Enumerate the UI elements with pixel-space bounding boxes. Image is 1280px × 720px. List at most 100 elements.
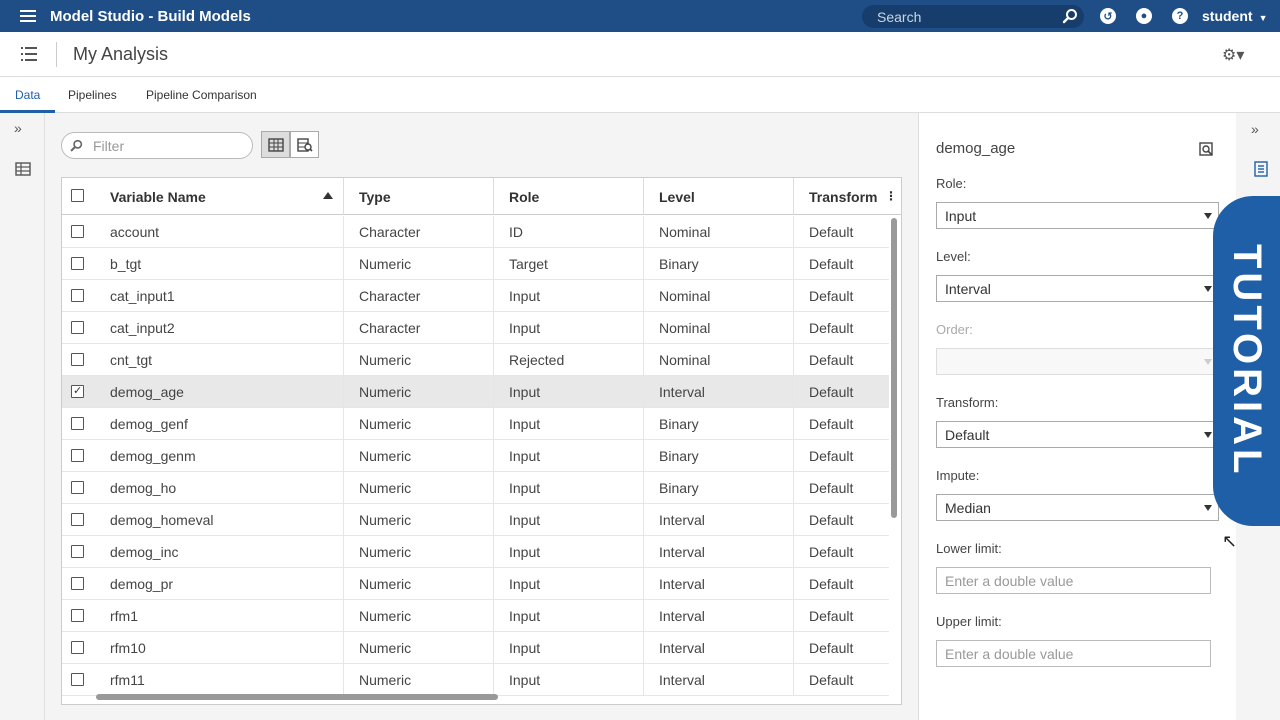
column-header-transform[interactable]: Transform ⋮ xyxy=(794,178,901,215)
table-row[interactable]: rfm11 Numeric Input Interval Default xyxy=(62,664,889,696)
table-row[interactable]: rfm1 Numeric Input Interval Default xyxy=(62,600,889,632)
role-select[interactable]: Input xyxy=(936,202,1219,229)
row-checkbox[interactable] xyxy=(71,321,84,334)
search-box[interactable] xyxy=(862,5,1084,28)
filter-input[interactable] xyxy=(93,137,243,154)
column-header-variable-name[interactable]: Variable Name xyxy=(95,178,344,215)
row-checkbox[interactable] xyxy=(71,353,84,366)
cell-level: Binary xyxy=(644,408,794,440)
left-rail: » xyxy=(0,113,45,720)
tab-data[interactable]: Data xyxy=(15,88,40,102)
cell-name: account xyxy=(95,216,344,248)
filter-box[interactable] xyxy=(61,132,253,159)
row-checkbox[interactable] xyxy=(71,449,84,462)
cell-type: Numeric xyxy=(344,664,494,696)
cell-level: Nominal xyxy=(644,312,794,344)
row-checkbox[interactable] xyxy=(71,545,84,558)
table-search-icon xyxy=(296,137,313,152)
row-checkbox[interactable] xyxy=(71,289,84,302)
cell-type: Numeric xyxy=(344,408,494,440)
upper-limit-input[interactable] xyxy=(936,640,1211,667)
row-checkbox[interactable] xyxy=(71,417,84,430)
collapse-right-panel-icon[interactable]: » xyxy=(1251,121,1259,137)
selected-variable-title: demog_age xyxy=(936,140,1016,157)
cell-name: demog_inc xyxy=(95,536,344,568)
row-checkbox[interactable] xyxy=(71,577,84,590)
row-checkbox[interactable] xyxy=(71,481,84,494)
cell-level: Interval xyxy=(644,568,794,600)
cell-role: Input xyxy=(494,472,644,504)
row-checkbox[interactable] xyxy=(71,513,84,526)
recent-history-icon[interactable]: ↺ xyxy=(1100,8,1116,24)
table-row[interactable]: account Character ID Nominal Default xyxy=(62,216,889,248)
page-title: My Analysis xyxy=(73,44,169,64)
table-view-button[interactable] xyxy=(261,131,290,158)
explore-view-button[interactable] xyxy=(290,131,319,158)
notifications-bell-icon[interactable]: ● xyxy=(1136,8,1152,24)
cell-name: cat_input2 xyxy=(95,312,344,344)
row-checkbox[interactable] xyxy=(71,609,84,622)
project-settings-icon[interactable]: ⚙▾ xyxy=(1222,45,1244,65)
cell-transform: Default xyxy=(809,608,854,624)
hamburger-menu-icon[interactable] xyxy=(20,0,42,32)
table-row[interactable]: demog_ho Numeric Input Binary Default xyxy=(62,472,889,504)
level-select[interactable]: Interval xyxy=(936,275,1219,302)
help-icon[interactable]: ? xyxy=(1172,8,1188,24)
table-row[interactable]: demog_pr Numeric Input Interval Default xyxy=(62,568,889,600)
cell-name: cat_input1 xyxy=(95,280,344,312)
row-checkbox[interactable] xyxy=(71,257,84,270)
data-table-icon[interactable] xyxy=(15,161,31,177)
cell-type: Numeric xyxy=(344,440,494,472)
properties-list-icon[interactable] xyxy=(1254,161,1268,177)
tab-bar: Data Pipelines Pipeline Comparison xyxy=(0,77,1280,113)
cell-transform: Default xyxy=(809,512,854,528)
vertical-scrollbar[interactable] xyxy=(891,218,897,518)
row-checkbox[interactable] xyxy=(71,384,84,398)
table-row[interactable]: demog_genf Numeric Input Binary Default xyxy=(62,408,889,440)
search-icon[interactable] xyxy=(1062,8,1078,24)
cell-role: Input xyxy=(494,408,644,440)
tab-pipeline-comparison[interactable]: Pipeline Comparison xyxy=(146,88,257,102)
transform-select[interactable]: Default xyxy=(936,421,1219,448)
expand-left-panel-icon[interactable]: » xyxy=(14,120,22,136)
column-header-type[interactable]: Type xyxy=(344,178,494,215)
column-options-icon[interactable]: ⋮ xyxy=(885,189,897,203)
row-checkbox[interactable] xyxy=(71,673,84,686)
cell-level: Nominal xyxy=(644,280,794,312)
row-checkbox[interactable] xyxy=(71,641,84,654)
table-header: Variable Name Type Role Level Transform … xyxy=(62,178,901,215)
table-row[interactable]: cat_input1 Character Input Nominal Default xyxy=(62,280,889,312)
table-row[interactable]: demog_ageNumericInputInterval Default xyxy=(62,376,889,408)
table-row[interactable]: demog_homeval Numeric Input Interval Default xyxy=(62,504,889,536)
cell-name: demog_age xyxy=(95,376,344,408)
column-header-role[interactable]: Role xyxy=(494,178,644,215)
select-all-checkbox[interactable] xyxy=(71,189,84,202)
project-list-icon[interactable] xyxy=(21,47,37,61)
cell-name: rfm11 xyxy=(95,664,344,696)
dropdown-caret-icon xyxy=(1204,359,1212,365)
table-row[interactable]: cat_input2 Character Input Nominal Default xyxy=(62,312,889,344)
user-menu[interactable]: student ▼ xyxy=(1202,8,1267,24)
table-row[interactable]: b_tgt Numeric Target Binary Default xyxy=(62,248,889,280)
table-row[interactable]: cnt_tgt Numeric Rejected Nominal Default xyxy=(62,344,889,376)
search-input[interactable] xyxy=(862,8,1047,25)
table-row[interactable]: rfm10 Numeric Input Interval Default xyxy=(62,632,889,664)
variable-properties-panel: demog_age Role: Input Level: Interval Or… xyxy=(918,113,1236,720)
cell-role: Input xyxy=(494,664,644,696)
impute-select[interactable]: Median xyxy=(936,494,1219,521)
variable-details-icon[interactable] xyxy=(1198,141,1214,157)
tab-pipelines[interactable]: Pipelines xyxy=(68,88,117,102)
cell-name: rfm1 xyxy=(95,600,344,632)
cell-type: Character xyxy=(344,216,494,248)
cell-transform: Default xyxy=(809,224,854,240)
column-header-level[interactable]: Level xyxy=(644,178,794,215)
table-row[interactable]: demog_inc Numeric Input Interval Default xyxy=(62,536,889,568)
lower-limit-input[interactable] xyxy=(936,567,1211,594)
role-label: Role: xyxy=(936,176,967,191)
row-checkbox[interactable] xyxy=(71,225,84,238)
horizontal-scrollbar[interactable] xyxy=(96,694,498,700)
table-row[interactable]: demog_genm Numeric Input Binary Default xyxy=(62,440,889,472)
app-title: Model Studio - Build Models xyxy=(50,7,251,25)
cell-role: Input xyxy=(494,312,644,344)
cell-type: Numeric xyxy=(344,376,494,408)
